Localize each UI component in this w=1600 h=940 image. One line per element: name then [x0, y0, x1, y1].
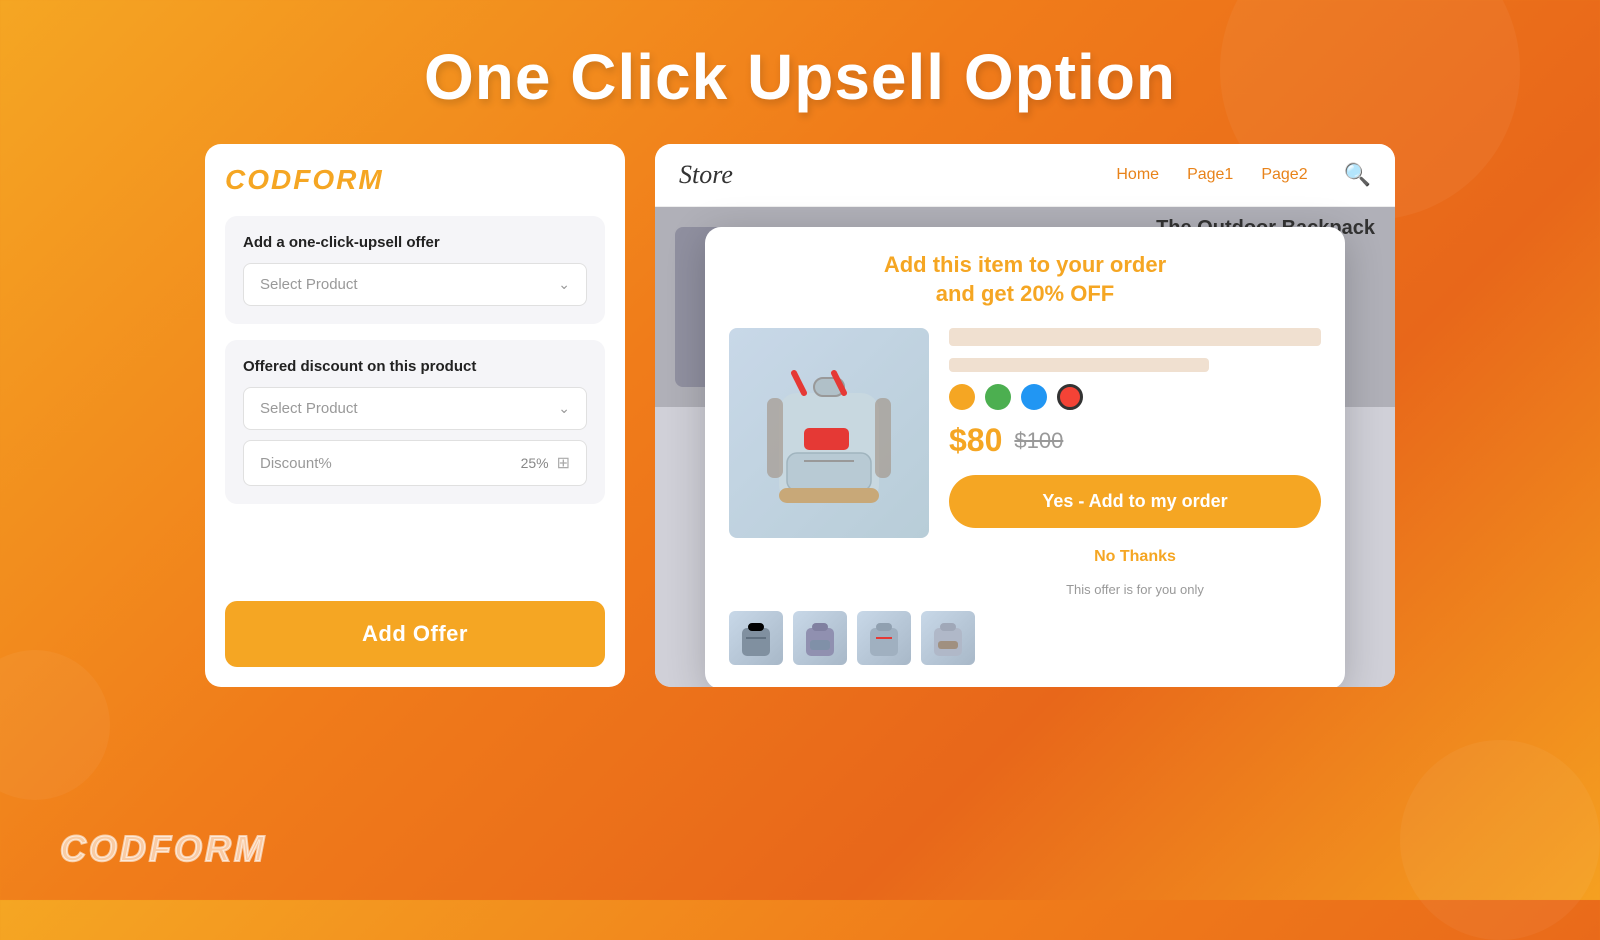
discount-row: Discount% 25% ⊞ [243, 440, 587, 486]
price-new: $80 [949, 422, 1002, 459]
thumbnail-strip [729, 611, 1321, 665]
bg-decoration-2 [1400, 740, 1600, 940]
thumbnail-4[interactable] [921, 611, 975, 665]
chevron-down-icon-1: ⌄ [558, 276, 570, 293]
color-option-blue[interactable] [1021, 384, 1047, 410]
yes-add-to-order-button[interactable]: Yes - Add to my order [949, 475, 1321, 528]
store-content: The Outdoor Backpack Add this item to yo… [655, 207, 1395, 687]
price-old: $100 [1014, 428, 1063, 454]
admin-form-panel: CODFORM Add a one-click-upsell offer Sel… [205, 144, 625, 687]
select-product-placeholder-2: Select Product [260, 400, 358, 417]
discount-label: Offered discount on this product [243, 358, 587, 375]
color-options [949, 384, 1321, 410]
select-product-placeholder-1: Select Product [260, 276, 358, 293]
backpack-illustration [749, 343, 909, 523]
detail-bar-1 [949, 328, 1321, 346]
upsell-offer-label: Add a one-click-upsell offer [243, 234, 587, 251]
panels-container: CODFORM Add a one-click-upsell offer Sel… [0, 144, 1600, 687]
chevron-down-icon-2: ⌄ [558, 400, 570, 417]
stepper-icon[interactable]: ⊞ [557, 453, 570, 473]
no-thanks-link[interactable]: No Thanks [949, 548, 1321, 566]
discount-field-label: Discount% [260, 455, 332, 472]
watermark-logo: CODFORM [60, 828, 267, 870]
page-title: One Click Upsell Option [0, 0, 1600, 144]
select-product-dropdown-1[interactable]: Select Product ⌄ [243, 263, 587, 306]
upsell-offer-section: Add a one-click-upsell offer Select Prod… [225, 216, 605, 324]
upsell-popup: Add this item to your orderand get 20% O… [705, 227, 1345, 687]
thumbnail-1[interactable] [729, 611, 783, 665]
offer-note: This offer is for you only [949, 582, 1321, 597]
popup-title: Add this item to your orderand get 20% O… [729, 251, 1321, 308]
color-option-orange[interactable] [949, 384, 975, 410]
color-option-green[interactable] [985, 384, 1011, 410]
discount-value-group: 25% ⊞ [521, 453, 570, 473]
popup-body: $80 $100 Yes - Add to my order No Thanks… [729, 328, 1321, 597]
color-option-red[interactable] [1057, 384, 1083, 410]
search-icon[interactable]: 🔍 [1344, 162, 1371, 188]
thumb-backpack-1 [734, 616, 778, 660]
nav-link-page2[interactable]: Page2 [1261, 166, 1307, 184]
nav-link-page1[interactable]: Page1 [1187, 166, 1233, 184]
store-nav: Store Home Page1 Page2 🔍 [655, 144, 1395, 207]
nav-link-home[interactable]: Home [1116, 166, 1159, 184]
price-row: $80 $100 [949, 422, 1321, 459]
discount-value: 25% [521, 455, 549, 471]
store-preview-panel: Store Home Page1 Page2 🔍 The Outdoor Bac… [655, 144, 1395, 687]
discount-section: Offered discount on this product Select … [225, 340, 605, 504]
select-product-dropdown-2[interactable]: Select Product ⌄ [243, 387, 587, 430]
store-logo: Store [679, 160, 1096, 190]
thumb-backpack-4 [926, 616, 970, 660]
thumb-backpack-2 [798, 616, 842, 660]
add-offer-button[interactable]: Add Offer [225, 601, 605, 667]
detail-bar-2 [949, 358, 1209, 372]
thumbnail-2[interactable] [793, 611, 847, 665]
codform-logo: CODFORM [225, 164, 605, 196]
thumb-backpack-3 [862, 616, 906, 660]
popup-product-image [729, 328, 929, 538]
popup-details: $80 $100 Yes - Add to my order No Thanks… [949, 328, 1321, 597]
thumbnail-3[interactable] [857, 611, 911, 665]
form-content: CODFORM Add a one-click-upsell offer Sel… [225, 164, 605, 520]
nav-links: Home Page1 Page2 [1116, 166, 1307, 184]
